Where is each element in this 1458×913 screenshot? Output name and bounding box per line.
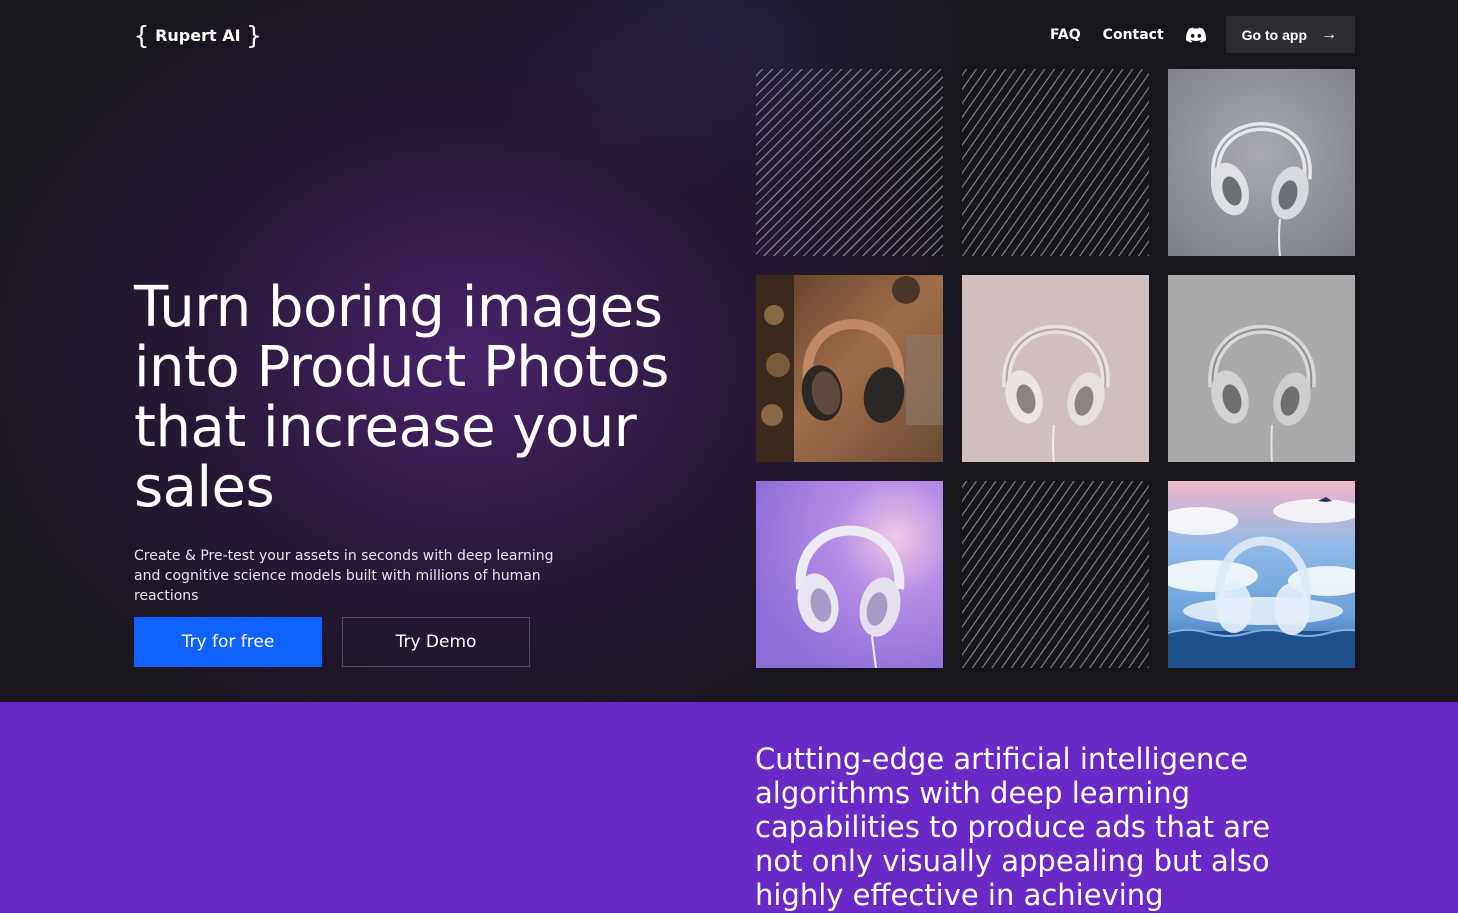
logo-brace-close: }: [246, 20, 262, 50]
try-demo-button[interactable]: Try Demo: [342, 617, 530, 667]
gallery-image-headphones-purple: [756, 481, 943, 668]
gallery-pattern-tile: [962, 481, 1149, 668]
go-to-app-button[interactable]: Go to app →: [1225, 16, 1355, 53]
gallery-image-headphones-pink: [962, 275, 1149, 462]
try-for-free-button[interactable]: Try for free: [134, 617, 322, 667]
features-intro-text: Cutting-edge artificial intelligence alg…: [755, 742, 1271, 912]
go-to-app-label: Go to app: [1241, 26, 1307, 43]
gallery-pattern-tile: [962, 69, 1149, 256]
discord-icon[interactable]: [1185, 27, 1206, 43]
gallery-pattern-tile: [756, 69, 943, 256]
hero-subtext: Create & Pre-test your assets in seconds…: [134, 548, 554, 604]
gallery-image-headphones-copper: [756, 275, 943, 462]
hero-headline: Turn boring images into Product Photos t…: [134, 275, 669, 520]
logo[interactable]: { Rupert AI }: [134, 20, 262, 50]
nav-contact-link[interactable]: Contact: [1103, 27, 1164, 43]
gallery-image-headphones-clouds: [1168, 481, 1355, 668]
nav-faq-link[interactable]: FAQ: [1050, 27, 1081, 43]
top-nav: FAQ Contact Go to app →: [1050, 16, 1355, 53]
arrow-right-icon: →: [1321, 25, 1337, 43]
gallery-image-headphones-light-grey: [1168, 275, 1355, 462]
logo-brace-open: {: [134, 20, 150, 50]
gallery-image-headphones-grey: [1168, 69, 1355, 256]
logo-name: Rupert AI: [155, 25, 241, 45]
